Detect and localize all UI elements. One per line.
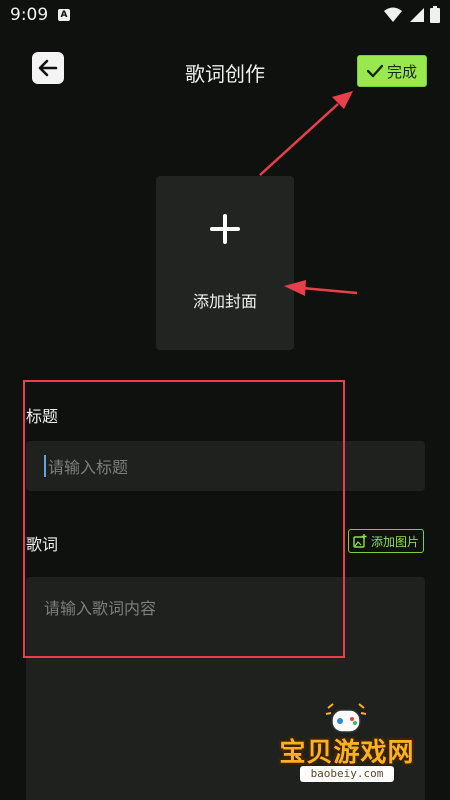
annotation-arrow-done — [259, 91, 353, 176]
add-image-label: 添加图片 — [370, 534, 419, 549]
title-input[interactable]: 请输入标题 — [26, 441, 425, 491]
add-cover-button[interactable]: 添加封面 — [156, 176, 294, 350]
image-add-icon — [353, 534, 367, 548]
done-label: 完成 — [386, 62, 417, 81]
battery-icon — [430, 6, 440, 23]
status-icons — [384, 6, 440, 23]
watermark-url: baobeiy.com — [300, 766, 394, 782]
gamepad-icon — [325, 703, 367, 733]
status-bar: 9:09 A — [0, 0, 450, 32]
text-cursor — [44, 455, 46, 477]
notification-icon: A — [58, 9, 70, 21]
wifi-icon — [384, 7, 402, 22]
add-cover-label: 添加封面 — [192, 292, 257, 311]
annotation-arrow-cover — [284, 280, 358, 296]
watermark-text: 宝贝游戏网 — [279, 738, 415, 768]
done-button[interactable]: 完成 — [357, 55, 427, 87]
title-label: 标题 — [26, 407, 59, 426]
lyrics-label: 歌词 — [26, 535, 59, 554]
add-image-button[interactable]: 添加图片 — [348, 529, 424, 553]
status-time: 9:09 — [10, 5, 49, 25]
signal-icon — [410, 7, 424, 22]
plus-icon — [210, 214, 240, 244]
check-icon — [366, 64, 383, 78]
watermark: 宝贝游戏网 baobeiy.com — [272, 702, 422, 792]
lyrics-placeholder: 请输入歌词内容 — [44, 599, 157, 618]
title-placeholder: 请输入标题 — [48, 458, 129, 477]
